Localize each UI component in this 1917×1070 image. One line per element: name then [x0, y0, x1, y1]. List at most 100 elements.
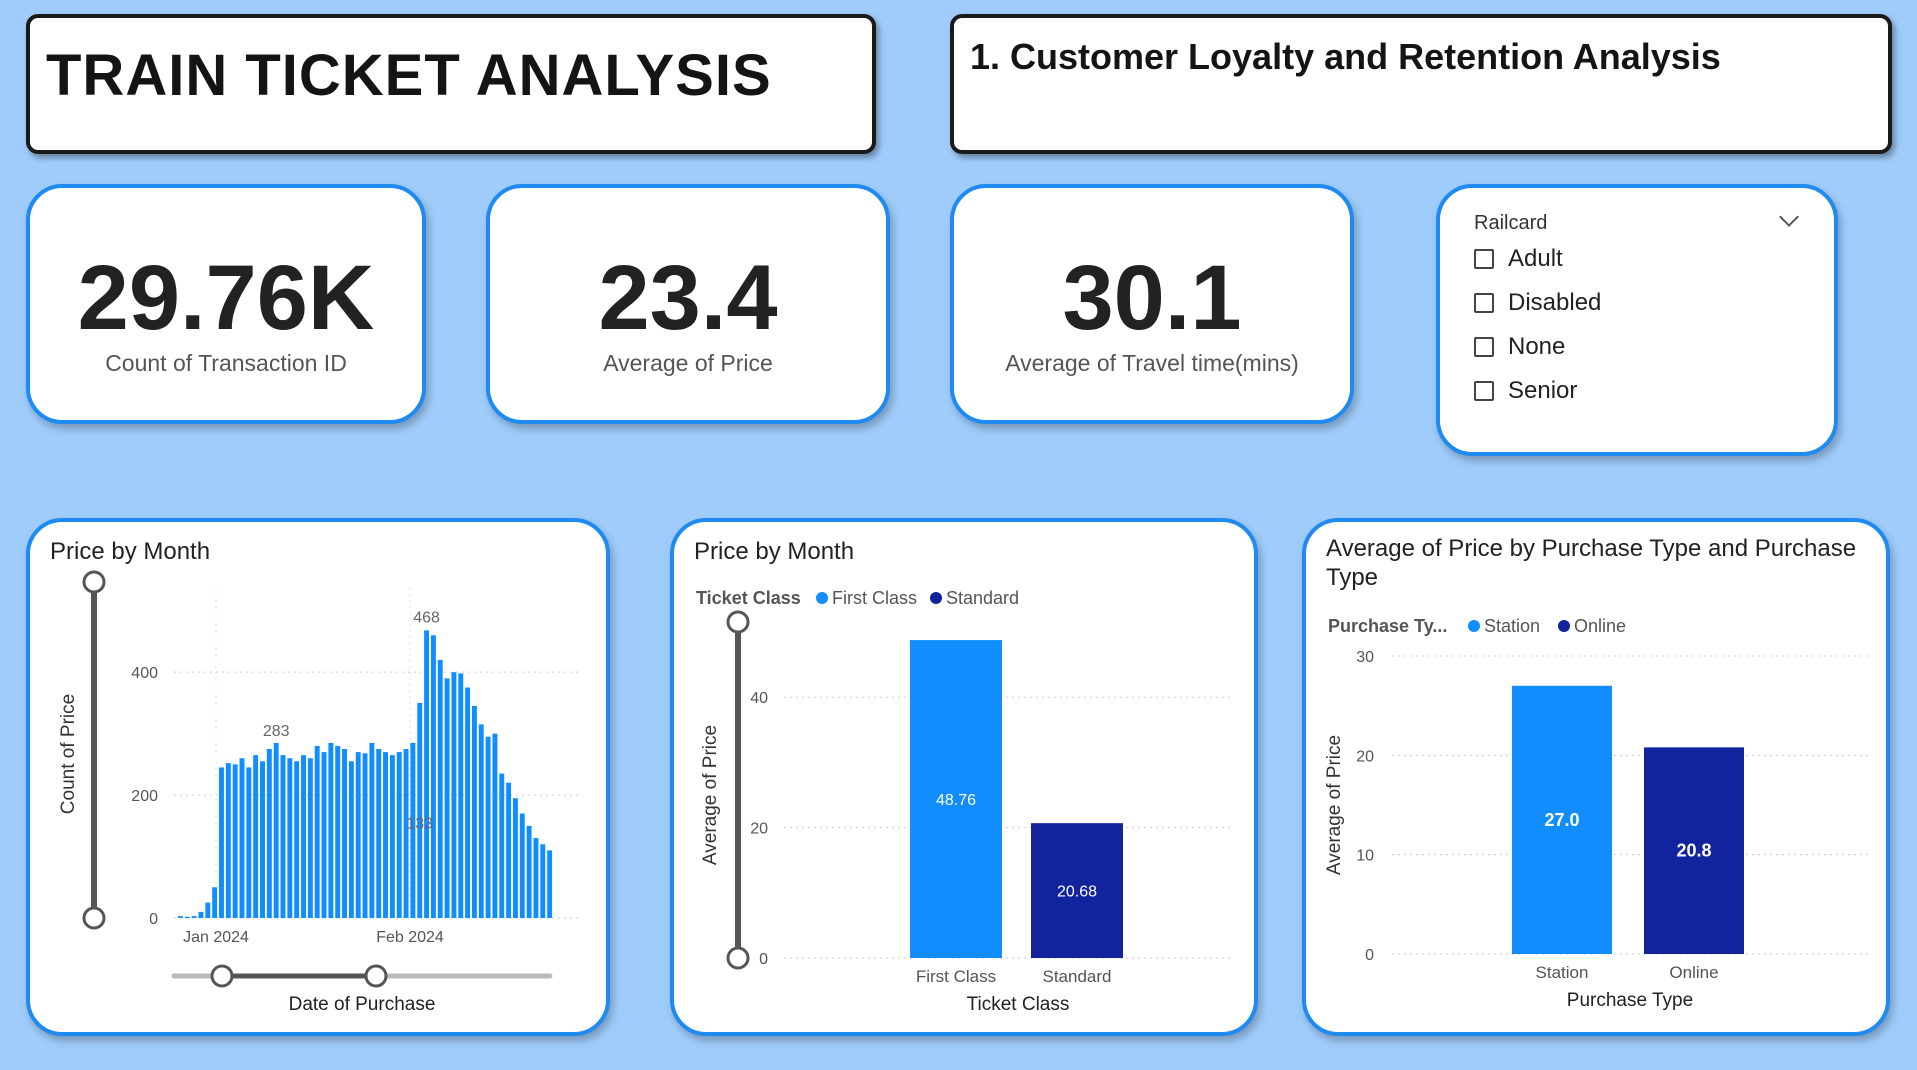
- x-range-slider-handle[interactable]: [364, 964, 388, 988]
- slicer-item-disabled[interactable]: Disabled: [1474, 288, 1601, 318]
- bar[interactable]: [314, 745, 320, 918]
- bar[interactable]: [492, 733, 498, 918]
- bar[interactable]: [219, 767, 224, 918]
- bar[interactable]: [389, 755, 395, 918]
- bar[interactable]: [301, 755, 306, 918]
- y-tick-label: 0: [149, 911, 158, 928]
- bar[interactable]: [205, 902, 211, 918]
- legend-marker[interactable]: [930, 592, 942, 604]
- bar[interactable]: [212, 887, 218, 918]
- x-axis-label: Date of Purchase: [289, 994, 436, 1015]
- x-tick-label: Online: [1669, 963, 1718, 982]
- bar[interactable]: [294, 761, 300, 918]
- x-tick-label: Jan 2024: [183, 929, 249, 946]
- slicer-item-none[interactable]: None: [1474, 332, 1565, 362]
- bar[interactable]: [540, 844, 546, 918]
- bar[interactable]: [280, 755, 286, 918]
- bar[interactable]: [417, 702, 423, 918]
- bar[interactable]: [465, 687, 471, 918]
- bar[interactable]: [437, 659, 443, 918]
- y-range-slider-handle[interactable]: [726, 610, 750, 634]
- bar[interactable]: [478, 724, 484, 918]
- y-tick-label: 20: [750, 821, 768, 838]
- bar[interactable]: [424, 630, 430, 918]
- checkbox-icon[interactable]: [1474, 293, 1494, 313]
- bar[interactable]: [321, 752, 327, 918]
- bar[interactable]: [533, 838, 539, 918]
- bar[interactable]: [444, 678, 450, 918]
- bar[interactable]: [362, 753, 368, 918]
- kpi-value: 23.4: [598, 247, 778, 349]
- legend-title: Ticket Class: [696, 588, 801, 608]
- bar[interactable]: [232, 764, 238, 918]
- bar[interactable]: [383, 752, 389, 918]
- checkbox-icon[interactable]: [1474, 381, 1494, 401]
- kpi-label: Average of Price: [603, 350, 773, 376]
- bar[interactable]: [519, 813, 525, 918]
- chevron-down-icon[interactable]: [1779, 207, 1799, 227]
- bar[interactable]: [239, 758, 245, 918]
- bar[interactable]: [396, 752, 402, 918]
- chart-price-by-purchase-type: Purchase Ty... Station Online Average of Pr…: [1324, 616, 1870, 1011]
- legend-item[interactable]: Online: [1574, 616, 1626, 636]
- bar[interactable]: [328, 742, 334, 918]
- legend-marker[interactable]: [816, 592, 828, 604]
- bar[interactable]: [198, 911, 204, 918]
- bar[interactable]: [307, 758, 313, 918]
- y-axis-label: Average of Price: [700, 725, 721, 865]
- checkbox-icon[interactable]: [1474, 249, 1494, 269]
- y-tick-label: 0: [759, 951, 768, 968]
- bar[interactable]: [287, 758, 293, 918]
- bar[interactable]: [246, 767, 252, 918]
- chart-card-price-by-ticket-class: Price by Month Ticket Class First Class St…: [670, 518, 1258, 1036]
- bar[interactable]: [547, 850, 553, 918]
- x-range-slider-handle[interactable]: [210, 964, 234, 988]
- bar[interactable]: [184, 916, 190, 918]
- y-range-slider-handle[interactable]: [82, 570, 106, 594]
- chart-card-price-by-purchase-type: Average of Price by Purchase Type and Pu…: [1302, 518, 1890, 1036]
- kpi-card-avg-price[interactable]: 23.4 Average of Price: [486, 184, 890, 424]
- kpi-label: Count of Transaction ID: [105, 350, 347, 376]
- bar[interactable]: [191, 916, 197, 918]
- bar[interactable]: [369, 742, 375, 918]
- y-axis-label: Count of Price: [58, 694, 79, 814]
- y-range-slider-handle[interactable]: [82, 906, 106, 930]
- legend-marker[interactable]: [1468, 620, 1480, 632]
- legend-marker[interactable]: [1558, 620, 1570, 632]
- bar[interactable]: [526, 825, 532, 918]
- bar[interactable]: [273, 742, 279, 918]
- bar[interactable]: [253, 755, 259, 918]
- bar[interactable]: [485, 736, 491, 918]
- slicer-item-senior[interactable]: Senior: [1474, 376, 1577, 406]
- slicer-item-adult[interactable]: Adult: [1474, 244, 1563, 274]
- bar[interactable]: [458, 673, 464, 918]
- kpi-card-travel-time[interactable]: 30.1 Average of Travel time(mins): [950, 184, 1354, 424]
- legend-item[interactable]: Standard: [946, 588, 1019, 608]
- bar[interactable]: [260, 761, 265, 918]
- bar[interactable]: [499, 773, 505, 918]
- bar[interactable]: [342, 749, 347, 918]
- bar[interactable]: [266, 749, 272, 918]
- bar[interactable]: [471, 705, 477, 918]
- bar[interactable]: [355, 752, 361, 918]
- bar[interactable]: [512, 798, 518, 918]
- y-tick-label: 10: [1356, 848, 1374, 865]
- bar[interactable]: [335, 745, 341, 918]
- bar[interactable]: [506, 782, 512, 918]
- bar[interactable]: [178, 916, 183, 918]
- bar[interactable]: [403, 749, 409, 918]
- data-label: 468: [413, 609, 440, 626]
- bar[interactable]: [451, 672, 457, 918]
- bar[interactable]: [348, 761, 354, 918]
- legend-item[interactable]: Station: [1484, 616, 1540, 636]
- checkbox-icon[interactable]: [1474, 337, 1494, 357]
- data-label: 133: [406, 815, 433, 832]
- legend-item[interactable]: First Class: [832, 588, 917, 608]
- kpi-card-transactions[interactable]: 29.76K Count of Transaction ID: [26, 184, 426, 424]
- x-axis-label: Purchase Type: [1567, 990, 1693, 1011]
- bar[interactable]: [225, 763, 231, 918]
- bar[interactable]: [430, 635, 436, 918]
- railcard-slicer[interactable]: Railcard Adult Disabled None Senior: [1436, 184, 1838, 456]
- y-range-slider-handle[interactable]: [726, 946, 750, 970]
- bar[interactable]: [376, 749, 382, 918]
